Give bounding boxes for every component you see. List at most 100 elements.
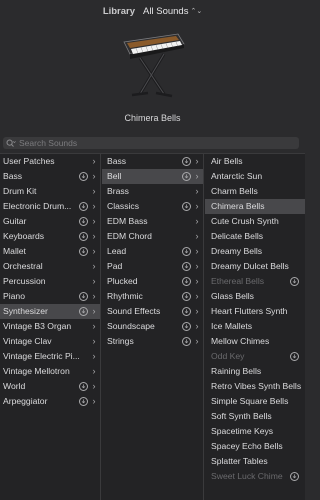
download-circle-icon[interactable] <box>79 397 88 406</box>
patch-item[interactable]: Odd Key <box>205 349 305 364</box>
chevron-right-icon: › <box>92 381 96 391</box>
chevron-right-icon: › <box>92 366 96 376</box>
subcategory-item[interactable]: Pad › <box>102 259 203 274</box>
patch-item[interactable]: Charm Bells <box>205 184 305 199</box>
subcategory-item[interactable]: Classics › <box>102 199 203 214</box>
download-circle-icon[interactable] <box>290 352 299 361</box>
patch-item[interactable]: Heart Flutters Synth <box>205 304 305 319</box>
download-circle-icon[interactable] <box>182 262 191 271</box>
search-input[interactable] <box>19 138 269 148</box>
download-circle-icon[interactable] <box>79 247 88 256</box>
download-circle-icon[interactable] <box>290 472 299 481</box>
category-item[interactable]: Piano › <box>0 289 100 304</box>
category-item[interactable]: Drum Kit › <box>0 184 100 199</box>
category-item[interactable]: Percussion › <box>0 274 100 289</box>
category-item[interactable]: User Patches › <box>0 154 100 169</box>
category-item-label: Vintage Clav <box>3 336 52 346</box>
category-item-label: World <box>3 381 26 391</box>
category-item[interactable]: World › <box>0 379 100 394</box>
download-circle-icon[interactable] <box>182 307 191 316</box>
patch-item[interactable]: Spacetime Keys <box>205 424 305 439</box>
download-circle-icon[interactable] <box>182 292 191 301</box>
chevron-right-icon: › <box>195 291 199 301</box>
patch-item[interactable]: Glass Bells <box>205 289 305 304</box>
sound-filter-selector[interactable]: All Sounds ⌃⌄ <box>143 6 202 17</box>
category-item[interactable]: Orchestral › <box>0 259 100 274</box>
patch-item[interactable]: Antarctic Sun <box>205 169 305 184</box>
chevron-right-icon: › <box>92 246 96 256</box>
patch-item[interactable]: Ethereal Bells <box>205 274 305 289</box>
patch-item[interactable]: Retro Vibes Synth Bells <box>205 379 305 394</box>
chevron-right-icon: › <box>195 156 199 166</box>
subcategory-item[interactable]: Bell › <box>102 169 203 184</box>
category-item[interactable]: Arpeggiator › <box>0 394 100 409</box>
patch-item[interactable]: Dreamy Dulcet Bells <box>205 259 305 274</box>
patch-item[interactable]: Ice Mallets <box>205 319 305 334</box>
download-circle-icon[interactable] <box>182 247 191 256</box>
patch-item[interactable]: Sweet Luck Chime <box>205 469 305 484</box>
patch-item[interactable]: Cute Crush Synth <box>205 214 305 229</box>
download-circle-icon[interactable] <box>182 322 191 331</box>
patch-item[interactable]: Mellow Chimes <box>205 334 305 349</box>
category-item[interactable]: Bass › <box>0 169 100 184</box>
patch-item[interactable]: Soft Synth Bells <box>205 409 305 424</box>
download-circle-icon[interactable] <box>79 172 88 181</box>
category-item[interactable]: Synthesizer › <box>0 304 100 319</box>
subcategory-item[interactable]: Brass › <box>102 184 203 199</box>
subcategory-item[interactable]: EDM Bass › <box>102 214 203 229</box>
subcategory-item-label: Rhythmic <box>107 291 143 301</box>
category-item[interactable]: Vintage Mellotron › <box>0 364 100 379</box>
patch-item-label: Sweet Luck Chime <box>211 471 283 481</box>
download-circle-icon[interactable] <box>79 202 88 211</box>
patch-item[interactable]: Raining Bells <box>205 364 305 379</box>
category-item[interactable]: Vintage Electric Pi... › <box>0 349 100 364</box>
chevron-right-icon: › <box>195 186 199 196</box>
chevron-right-icon: › <box>92 291 96 301</box>
chevron-right-icon: › <box>92 261 96 271</box>
subcategory-item[interactable]: EDM Chord › <box>102 229 203 244</box>
category-item[interactable]: Guitar › <box>0 214 100 229</box>
chevron-right-icon: › <box>92 171 96 181</box>
subcategory-item[interactable]: Plucked › <box>102 274 203 289</box>
category-item-label: Mallet <box>3 246 26 256</box>
download-circle-icon[interactable] <box>79 307 88 316</box>
patch-item[interactable]: Simple Square Bells <box>205 394 305 409</box>
chevron-right-icon: › <box>92 321 96 331</box>
category-item[interactable]: Keyboards › <box>0 229 100 244</box>
subcategory-item[interactable]: Rhythmic › <box>102 289 203 304</box>
download-circle-icon[interactable] <box>290 277 299 286</box>
subcategory-item[interactable]: Strings › <box>102 334 203 349</box>
patch-item[interactable]: Dreamy Bells <box>205 244 305 259</box>
chevron-right-icon: › <box>195 231 199 241</box>
chevron-right-icon: › <box>195 276 199 286</box>
library-label: Library <box>102 5 136 17</box>
search-bar[interactable] <box>3 137 299 149</box>
category-item[interactable]: Vintage B3 Organ › <box>0 319 100 334</box>
patch-item-label: Charm Bells <box>211 186 258 196</box>
sound-filter-label: All Sounds <box>143 5 189 17</box>
download-circle-icon[interactable] <box>79 382 88 391</box>
download-circle-icon[interactable] <box>79 217 88 226</box>
category-item[interactable]: Mallet › <box>0 244 100 259</box>
download-circle-icon[interactable] <box>182 202 191 211</box>
patch-item[interactable]: Spacey Echo Bells <box>205 439 305 454</box>
download-circle-icon[interactable] <box>182 157 191 166</box>
download-circle-icon[interactable] <box>182 172 191 181</box>
subcategory-item[interactable]: Sound Effects › <box>102 304 203 319</box>
download-circle-icon[interactable] <box>182 337 191 346</box>
category-item-label: Vintage Electric Pi... <box>3 351 80 361</box>
download-circle-icon[interactable] <box>79 292 88 301</box>
patch-item-label: Spacey Echo Bells <box>211 441 283 451</box>
patch-item[interactable]: Splatter Tables <box>205 454 305 469</box>
keyboard-on-stand-icon <box>118 28 186 104</box>
subcategory-item[interactable]: Lead › <box>102 244 203 259</box>
patch-item[interactable]: Delicate Bells <box>205 229 305 244</box>
patch-item[interactable]: Air Bells <box>205 154 305 169</box>
download-circle-icon[interactable] <box>79 232 88 241</box>
download-circle-icon[interactable] <box>182 277 191 286</box>
category-item[interactable]: Electronic Drum... › <box>0 199 100 214</box>
category-item[interactable]: Vintage Clav › <box>0 334 100 349</box>
subcategory-item[interactable]: Bass › <box>102 154 203 169</box>
subcategory-item[interactable]: Soundscape › <box>102 319 203 334</box>
patch-item[interactable]: Chimera Bells <box>205 199 305 214</box>
